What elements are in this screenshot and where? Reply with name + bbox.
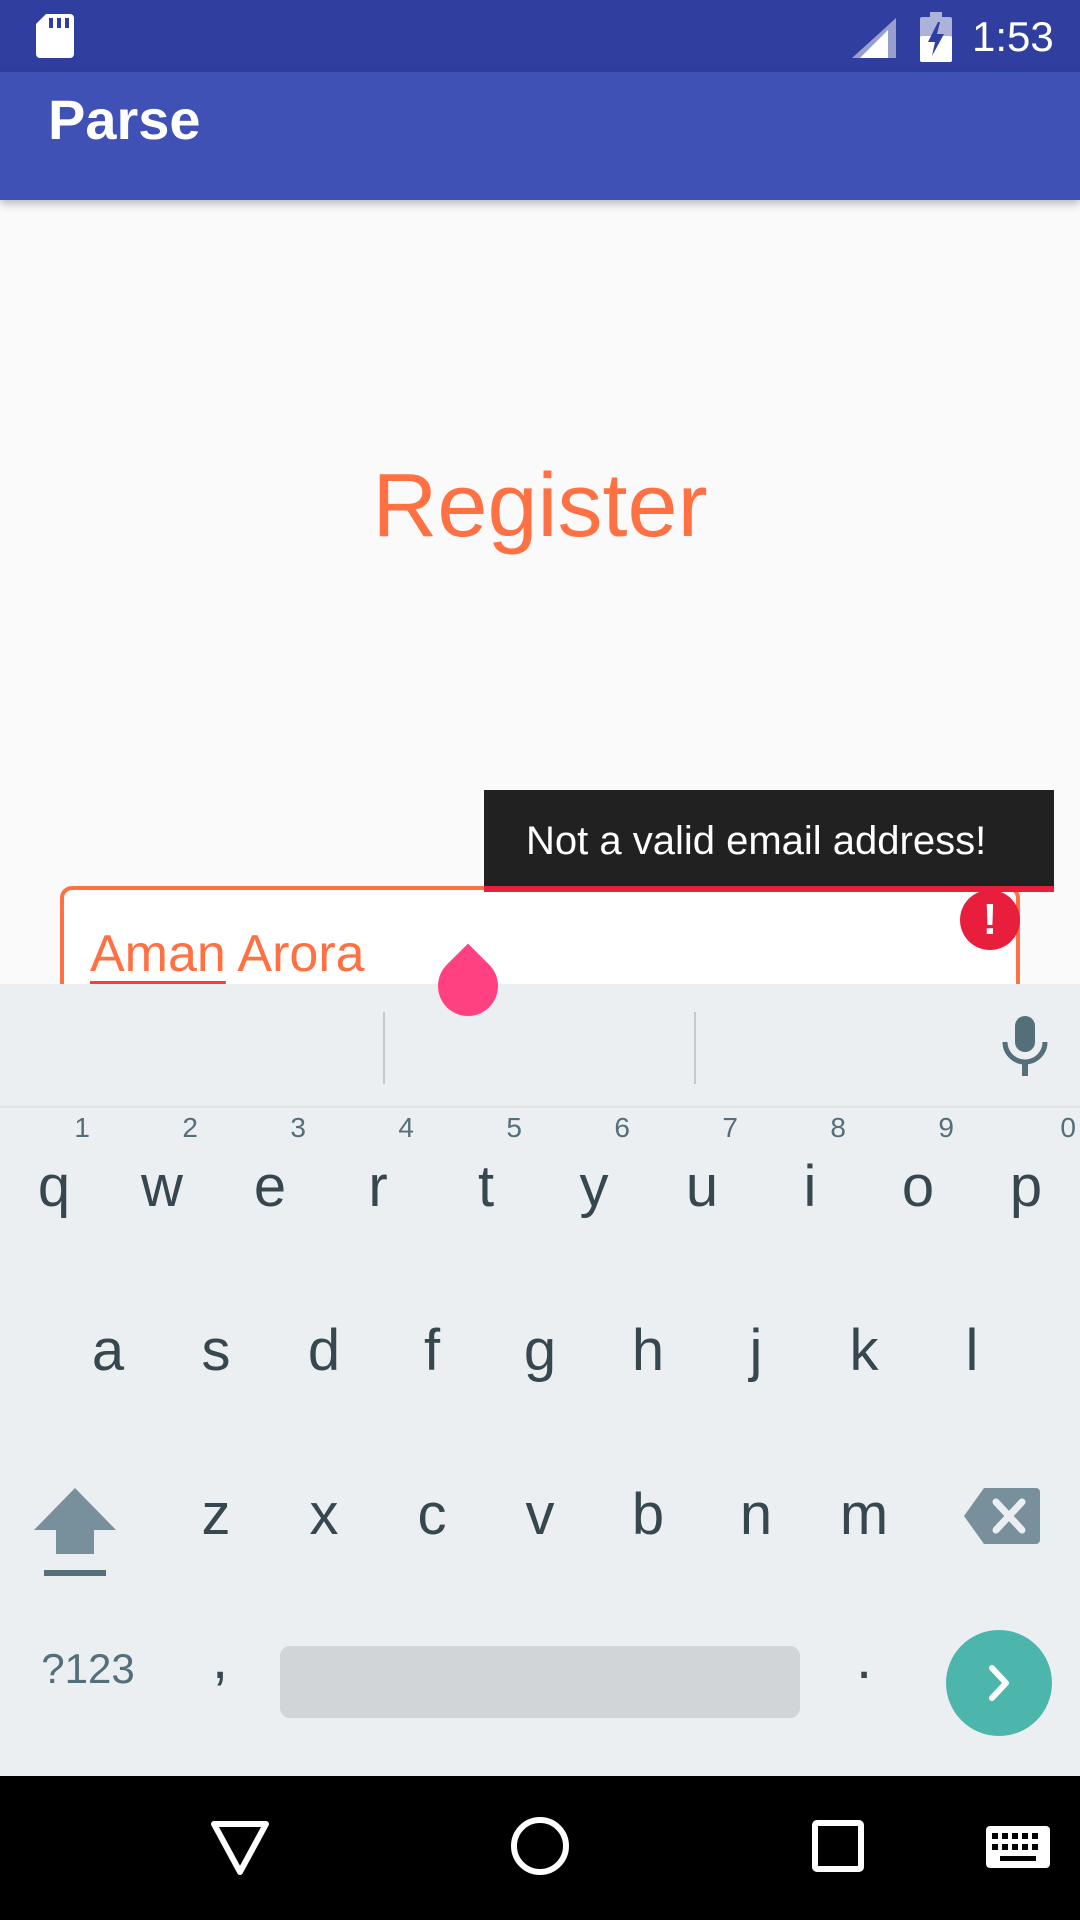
keyboard-icon[interactable] xyxy=(986,1826,1050,1868)
home-icon[interactable] xyxy=(510,1816,570,1876)
key-label: n xyxy=(739,1482,773,1547)
key-label: a xyxy=(91,1318,125,1383)
back-icon[interactable] xyxy=(210,1820,270,1876)
key-label: m xyxy=(839,1482,889,1547)
key-l[interactable]: l xyxy=(918,1272,1026,1432)
key-label: b xyxy=(631,1482,665,1547)
key-y[interactable]: 6y xyxy=(540,1108,648,1268)
microphone-icon[interactable] xyxy=(996,1016,1054,1076)
key-label: f xyxy=(423,1318,441,1383)
key-label: e xyxy=(253,1154,287,1219)
key-hint: 6 xyxy=(614,1112,630,1143)
battery-charging-icon xyxy=(920,12,952,62)
name-field-value: Aman Arora xyxy=(90,924,365,984)
key-label: y xyxy=(579,1154,609,1219)
key-j[interactable]: j xyxy=(702,1272,810,1432)
key-i[interactable]: 8i xyxy=(756,1108,864,1268)
key-hint: 0 xyxy=(1060,1112,1076,1143)
chevron-right-icon xyxy=(989,1665,1009,1701)
page-title: Register xyxy=(372,456,708,556)
key-label: s xyxy=(201,1318,231,1383)
error-tooltip: Not a valid email address! xyxy=(484,790,1054,892)
key-label: c xyxy=(417,1482,447,1547)
key-hint: 8 xyxy=(830,1112,846,1143)
error-icon: ! xyxy=(960,890,1020,950)
key-label: l xyxy=(965,1318,979,1383)
key-c[interactable]: c xyxy=(378,1436,486,1596)
key-r[interactable]: 4r xyxy=(324,1108,432,1268)
suggestion-strip xyxy=(0,984,1080,1108)
backspace-icon[interactable] xyxy=(962,1486,1042,1546)
key-label: o xyxy=(901,1154,935,1219)
key-t[interactable]: 5t xyxy=(432,1108,540,1268)
key-v[interactable]: v xyxy=(486,1436,594,1596)
symbols-key[interactable]: ?123 xyxy=(18,1644,158,1694)
key-label: x xyxy=(309,1482,339,1547)
key-b[interactable]: b xyxy=(594,1436,702,1596)
key-q[interactable]: 1q xyxy=(0,1108,108,1268)
app-bar: Parse xyxy=(0,72,1080,200)
key-o[interactable]: 9o xyxy=(864,1108,972,1268)
key-label: g xyxy=(523,1318,557,1383)
key-u[interactable]: 7u xyxy=(648,1108,756,1268)
next-key[interactable] xyxy=(946,1630,1052,1736)
key-label: h xyxy=(631,1318,665,1383)
key-label: k xyxy=(849,1318,879,1383)
key-label: t xyxy=(477,1154,495,1219)
name-rest: Arora xyxy=(225,925,365,983)
key-label: w xyxy=(141,1154,183,1219)
key-hint: 5 xyxy=(506,1112,522,1143)
key-k[interactable]: k xyxy=(810,1272,918,1432)
key-w[interactable]: 2w xyxy=(108,1108,216,1268)
key-label: d xyxy=(307,1318,341,1383)
key-hint: 2 xyxy=(182,1112,198,1143)
key-p[interactable]: 0p xyxy=(972,1108,1080,1268)
navigation-bar xyxy=(0,1776,1080,1920)
space-key[interactable] xyxy=(280,1646,800,1718)
key-label: q xyxy=(37,1154,71,1219)
key-h[interactable]: h xyxy=(594,1272,702,1432)
key-n[interactable]: n xyxy=(702,1436,810,1596)
signal-icon xyxy=(852,18,896,58)
key-m[interactable]: m xyxy=(810,1436,918,1596)
key-label: p xyxy=(1009,1154,1043,1219)
key-hint: 4 xyxy=(398,1112,414,1143)
suggestion-divider xyxy=(383,1012,385,1084)
key-hint: 3 xyxy=(290,1112,306,1143)
recents-icon[interactable] xyxy=(812,1820,864,1872)
key-hint: 9 xyxy=(938,1112,954,1143)
key-label: i xyxy=(803,1154,817,1219)
key-label: v xyxy=(525,1482,555,1547)
key-x[interactable]: x xyxy=(270,1436,378,1596)
clock: 1:53 xyxy=(972,13,1054,60)
shift-icon[interactable] xyxy=(30,1484,120,1580)
key-e[interactable]: 3e xyxy=(216,1108,324,1268)
key-a[interactable]: a xyxy=(54,1272,162,1432)
key-hint: 1 xyxy=(74,1112,90,1143)
key-label: z xyxy=(201,1482,231,1547)
key-z[interactable]: z xyxy=(162,1436,270,1596)
key-f[interactable]: f xyxy=(378,1272,486,1432)
soft-keyboard: 1q 2w 3e 4r 5t 6y 7u 8i 9o 0p a s d f g … xyxy=(0,984,1080,1776)
period-key[interactable]: . xyxy=(844,1624,884,1694)
suggestion-divider xyxy=(694,1012,696,1084)
key-label: u xyxy=(685,1154,719,1219)
app-title: Parse xyxy=(48,88,201,151)
error-tooltip-text: Not a valid email address! xyxy=(526,819,987,863)
status-bar: 1:53 xyxy=(0,0,1080,72)
name-first-word: Aman xyxy=(90,925,226,983)
key-g[interactable]: g xyxy=(486,1272,594,1432)
key-hint: 7 xyxy=(722,1112,738,1143)
key-label: j xyxy=(749,1318,763,1383)
key-label: r xyxy=(368,1154,388,1219)
sd-card-icon xyxy=(36,14,74,58)
key-d[interactable]: d xyxy=(270,1272,378,1432)
key-s[interactable]: s xyxy=(162,1272,270,1432)
comma-key[interactable]: , xyxy=(200,1624,240,1694)
